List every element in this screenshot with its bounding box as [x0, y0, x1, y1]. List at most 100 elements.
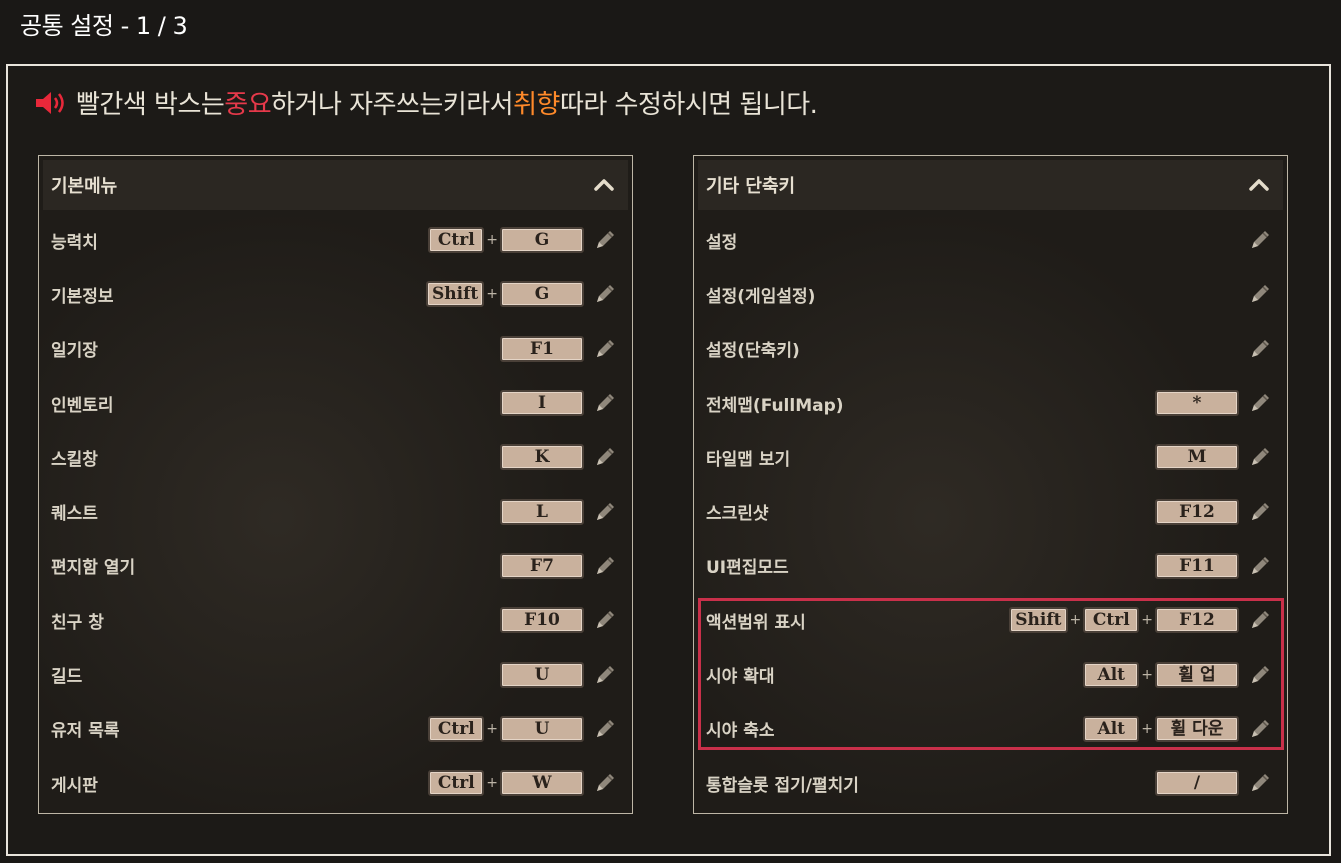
key-combo: L — [500, 498, 618, 525]
chevron-up-icon — [594, 179, 614, 191]
plus-sign: + — [486, 286, 498, 303]
pencil-icon[interactable] — [592, 227, 618, 253]
key-combo: F12 — [1155, 498, 1273, 525]
key-button[interactable]: Alt — [1083, 661, 1140, 688]
shortcut-label: 액션범위 표시 — [706, 612, 806, 633]
pencil-icon[interactable] — [592, 499, 618, 525]
shortcut-label: 설정(단축키) — [706, 341, 800, 362]
pencil-icon[interactable] — [592, 553, 618, 579]
key-button[interactable]: L — [500, 498, 584, 525]
key-button[interactable]: F12 — [1155, 498, 1239, 525]
page-title: 공통 설정 - 1 / 3 — [20, 12, 188, 40]
pencil-icon[interactable] — [1247, 553, 1273, 579]
key-button[interactable]: F7 — [500, 552, 584, 579]
key-button[interactable]: Shift — [1009, 607, 1068, 634]
notice-important: 중요 — [224, 90, 272, 120]
shortcut-row: 게시판 Ctrl + W — [39, 756, 632, 810]
shortcut-row: 액션범위 표시 Shift + Ctrl + F12 — [694, 593, 1287, 647]
pencil-icon[interactable] — [592, 336, 618, 362]
key-button[interactable]: F10 — [500, 607, 584, 634]
key-button[interactable]: * — [1155, 390, 1239, 417]
shortcut-row: 설정(게임설정) — [694, 267, 1287, 321]
key-button[interactable]: K — [500, 444, 584, 471]
panel-header: 기타 단축키 — [698, 160, 1283, 210]
key-combo: / — [1155, 770, 1273, 797]
plus-sign: + — [1141, 666, 1153, 683]
shortcut-label: 설정 — [706, 232, 738, 253]
pencil-icon[interactable] — [1247, 281, 1273, 307]
key-button[interactable]: F11 — [1155, 552, 1239, 579]
key-button[interactable]: Ctrl — [428, 770, 485, 797]
shortcut-label: UI편집모드 — [706, 558, 789, 579]
notice-preference: 취향 — [513, 90, 560, 120]
key-button[interactable]: F12 — [1155, 607, 1239, 634]
pencil-icon[interactable] — [1247, 607, 1273, 633]
key-button[interactable]: Ctrl — [428, 227, 485, 254]
key-combo: Shift + Ctrl + F12 — [1009, 607, 1273, 634]
key-combo: Ctrl + G — [428, 227, 618, 254]
shortcut-row: 시야 축소 Alt + 휠 다운 — [694, 702, 1287, 756]
pencil-icon[interactable] — [1247, 662, 1273, 688]
key-combo: F10 — [500, 607, 618, 634]
key-combo: K — [500, 444, 618, 471]
shortcut-label: 친구 창 — [51, 612, 104, 633]
pencil-icon[interactable] — [592, 770, 618, 796]
plus-sign: + — [1069, 612, 1082, 629]
notice-part2: 하거나 자주쓰는키라서 — [271, 90, 514, 120]
key-button[interactable]: Alt — [1083, 715, 1140, 742]
key-button[interactable]: F1 — [500, 335, 584, 362]
speaker-icon — [36, 91, 64, 114]
pencil-icon[interactable] — [592, 390, 618, 416]
pencil-icon[interactable] — [1247, 716, 1273, 742]
shortcut-row: 편지함 열기 F7 — [39, 539, 632, 593]
shortcut-label: 타일맵 보기 — [706, 449, 791, 470]
pencil-icon[interactable] — [1247, 227, 1273, 253]
key-combo: U — [500, 661, 618, 688]
key-button[interactable]: / — [1155, 770, 1239, 797]
shortcut-label: 설정(게임설정) — [706, 286, 816, 307]
pencil-icon[interactable] — [592, 281, 618, 307]
key-button[interactable]: Ctrl — [1083, 607, 1140, 634]
pencil-icon[interactable] — [592, 716, 618, 742]
shortcut-label: 유저 목록 — [51, 721, 120, 742]
key-button[interactable]: U — [500, 661, 584, 688]
other-shortcuts-panel: 기타 단축키 설정설정(게임설정) 설정(단축키) 전체맵(FullMap) * 타일맵… — [693, 155, 1288, 814]
shortcut-label: 편지함 열기 — [51, 558, 136, 579]
plus-sign: + — [486, 720, 498, 737]
collapse-button[interactable] — [592, 173, 616, 197]
pencil-icon[interactable] — [592, 607, 618, 633]
pencil-icon[interactable] — [592, 444, 618, 470]
plus-sign: + — [1141, 720, 1153, 737]
key-button[interactable]: 휠 다운 — [1155, 715, 1239, 742]
key-button[interactable]: Ctrl — [428, 715, 485, 742]
key-button[interactable]: U — [500, 715, 584, 742]
shortcut-row: 퀘스트 L — [39, 484, 632, 538]
key-combo: Alt + 휠 다운 — [1083, 715, 1273, 742]
pencil-icon[interactable] — [1247, 499, 1273, 525]
key-button[interactable]: 휠 업 — [1155, 661, 1239, 688]
shortcut-row: 설정 — [694, 213, 1287, 267]
shortcut-label: 퀘스트 — [51, 504, 98, 525]
pencil-icon[interactable] — [1247, 390, 1273, 416]
pencil-icon[interactable] — [1247, 336, 1273, 362]
key-button[interactable]: G — [500, 227, 584, 254]
pencil-icon[interactable] — [1247, 444, 1273, 470]
shortcut-label: 스크린샷 — [706, 504, 769, 525]
key-button[interactable]: M — [1155, 444, 1239, 471]
shortcut-row: 스킬창 K — [39, 430, 632, 484]
key-button[interactable]: G — [500, 281, 584, 308]
key-button[interactable]: I — [500, 390, 584, 417]
key-combo: F7 — [500, 552, 618, 579]
pencil-icon[interactable] — [592, 662, 618, 688]
shortcut-label: 능력치 — [51, 232, 98, 253]
shortcut-row: 기본정보 Shift + G — [39, 267, 632, 321]
pencil-icon[interactable] — [1247, 770, 1273, 796]
collapse-button[interactable] — [1247, 173, 1271, 197]
panel-header: 기본메뉴 — [43, 160, 628, 210]
key-combo — [1239, 281, 1273, 307]
key-button[interactable]: Shift — [426, 281, 485, 308]
shortcut-label: 시야 축소 — [706, 721, 775, 742]
key-button[interactable]: W — [500, 770, 584, 797]
shortcut-row: 전체맵(FullMap) * — [694, 376, 1287, 430]
shortcut-row: 유저 목록 Ctrl + U — [39, 702, 632, 756]
